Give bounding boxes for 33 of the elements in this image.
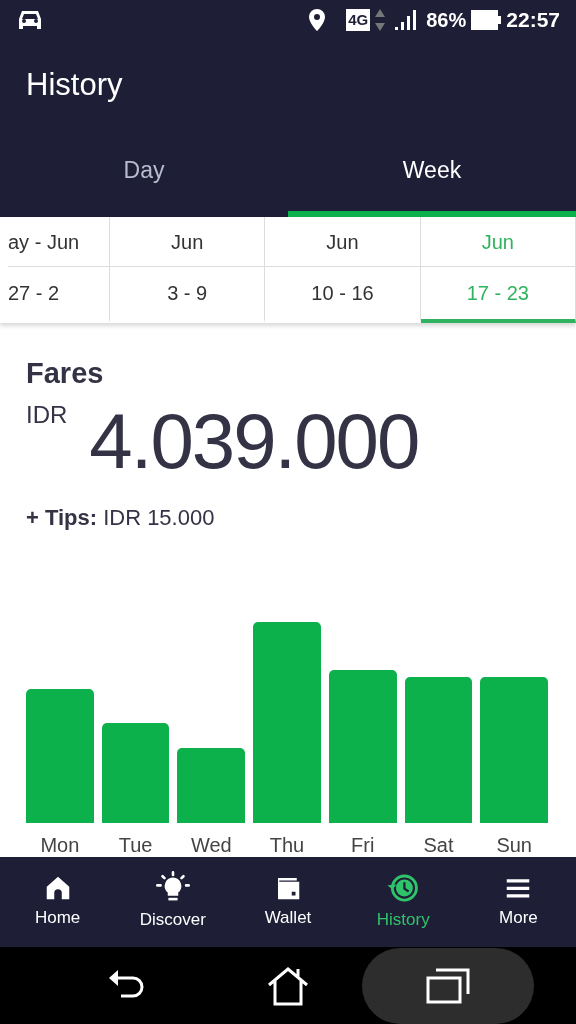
battery-icon [470, 9, 503, 31]
nav-tab[interactable]: Home [0, 857, 116, 947]
currency-label: IDR [26, 400, 68, 430]
page-title: History [26, 65, 123, 104]
battery-percentage: 86% [426, 8, 467, 33]
recent-apps-icon [426, 967, 470, 1004]
car-icon [16, 9, 44, 31]
fares-amount: 4.039.000 [89, 396, 419, 487]
period-tab[interactable]: Day [0, 130, 288, 217]
day-label: Fri [350, 833, 376, 857]
fares-heading: Fares [26, 356, 105, 391]
nav-tab[interactable]: More [460, 857, 576, 947]
nav-tab[interactable]: History [345, 857, 461, 947]
tips-value: IDR 15.000 [103, 504, 215, 532]
period-tab[interactable]: Week [288, 130, 576, 217]
day-label: Sun [495, 833, 533, 857]
day-label: Mon [39, 833, 81, 857]
week-option[interactable]: Jun 3 - 9 [110, 217, 266, 323]
day-label: Thu [268, 833, 306, 857]
signal-icon [394, 9, 419, 31]
house-icon [266, 965, 310, 1006]
data-arrows-icon [374, 7, 387, 33]
week-option[interactable]: ay - Jun 27 - 2 [0, 217, 110, 323]
tips-label: + Tips: [26, 504, 98, 532]
day-label: Wed [189, 833, 233, 857]
nav-tab[interactable]: Wallet [230, 857, 346, 947]
nav-tab[interactable]: Discover [115, 857, 231, 947]
location-pin-icon [308, 8, 327, 32]
week-option[interactable]: Jun 10 - 16 [265, 217, 421, 323]
network-type: 4G [346, 9, 371, 31]
day-label: Sat [422, 833, 455, 857]
clock: 22:57 [506, 7, 560, 34]
day-label: Tue [117, 833, 154, 857]
